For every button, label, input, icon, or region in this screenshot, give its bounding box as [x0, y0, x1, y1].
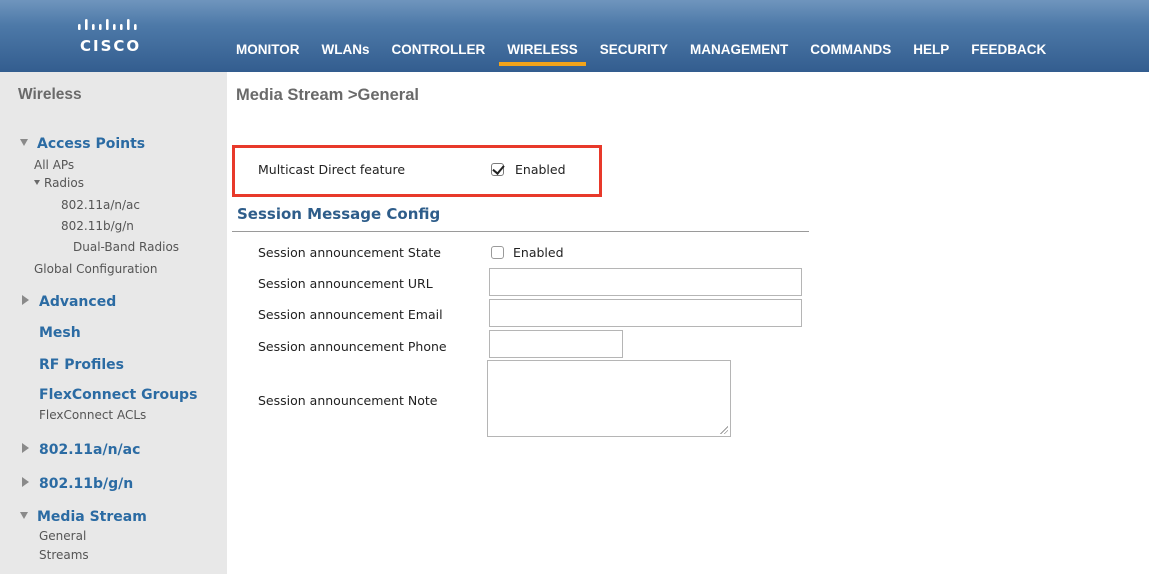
collapsed-triangle-icon: [22, 477, 29, 487]
expanded-triangle-icon: [34, 180, 40, 185]
collapsed-triangle-icon: [22, 443, 29, 453]
multicast-enabled-label: Enabled: [515, 162, 566, 177]
nav-label: MANAGEMENT: [690, 42, 789, 57]
resize-handle-icon[interactable]: [720, 426, 728, 434]
cisco-logo: CISCO: [76, 14, 156, 55]
nav-label: MONITOR: [236, 42, 300, 57]
sidebar-title: Wireless: [18, 86, 82, 103]
section-divider: [232, 231, 809, 232]
session-email-label: Session announcement Email: [258, 307, 443, 322]
session-note-label: Session announcement Note: [258, 393, 438, 408]
nav-wlans[interactable]: WLANs: [322, 42, 370, 66]
sidebar-item-general[interactable]: General: [39, 529, 86, 543]
cisco-wordmark: CISCO: [80, 37, 142, 55]
session-state-enabled-label: Enabled: [513, 245, 564, 260]
nav-management[interactable]: MANAGEMENT: [690, 42, 788, 66]
nav-label: COMMANDS: [810, 42, 892, 57]
main-nav: MONITOR WLANs CONTROLLER WIRELESS SECURI…: [236, 42, 1068, 66]
sidebar-item-radio-b[interactable]: 802.11b/g/n: [61, 219, 134, 233]
session-phone-input[interactable]: [489, 330, 623, 358]
sidebar-item-global-configuration[interactable]: Global Configuration: [34, 262, 157, 276]
sidebar-section-label: 802.11a/n/ac: [39, 442, 141, 458]
nav-feedback[interactable]: FEEDBACK: [971, 42, 1046, 66]
nav-label: FEEDBACK: [971, 42, 1047, 57]
session-url-label: Session announcement URL: [258, 276, 433, 291]
nav-label: SECURITY: [599, 42, 669, 57]
sidebar-section-label: Advanced: [39, 294, 117, 310]
sidebar-item-all-aps[interactable]: All APs: [34, 158, 74, 172]
session-section-title: Session Message Config: [237, 205, 441, 223]
sidebar-item-flexconnect-groups[interactable]: FlexConnect Groups: [39, 387, 197, 403]
sidebar-item-radio-a[interactable]: 802.11a/n/ac: [61, 198, 140, 212]
expanded-triangle-icon: [20, 138, 28, 146]
nav-label: WLANs: [321, 42, 370, 57]
nav-commands[interactable]: COMMANDS: [810, 42, 891, 66]
sidebar-item-streams[interactable]: Streams: [39, 548, 89, 562]
session-state-checkbox[interactable]: [491, 246, 504, 259]
expanded-triangle-icon: [20, 511, 28, 519]
multicast-direct-checkbox[interactable]: [491, 163, 504, 176]
session-url-input[interactable]: [489, 268, 802, 296]
nav-controller[interactable]: CONTROLLER: [392, 42, 486, 66]
nav-monitor[interactable]: MONITOR: [236, 42, 300, 66]
sidebar-link-label: Radios: [44, 176, 84, 190]
session-email-input[interactable]: [489, 299, 802, 327]
sidebar-item-advanced[interactable]: Advanced: [22, 291, 116, 310]
nav-wireless[interactable]: WIRELESS: [499, 42, 586, 66]
sidebar-item-flexconnect-acls[interactable]: FlexConnect ACLs: [39, 408, 146, 422]
sidebar-item-radios[interactable]: Radios: [34, 176, 84, 190]
nav-label: HELP: [913, 42, 950, 57]
session-phone-label: Session announcement Phone: [258, 339, 447, 354]
nav-help[interactable]: HELP: [913, 42, 949, 66]
session-state-label: Session announcement State: [258, 245, 441, 260]
sidebar-item-80211b[interactable]: 802.11b/g/n: [22, 473, 133, 492]
nav-label: CONTROLLER: [391, 42, 486, 57]
top-header: CISCO MONITOR WLANs CONTROLLER WIRELESS …: [0, 0, 1149, 72]
sidebar-section-label: Media Stream: [37, 509, 147, 525]
session-note-textarea[interactable]: [487, 360, 731, 437]
sidebar-item-mesh[interactable]: Mesh: [39, 325, 81, 341]
sidebar-section-label: 802.11b/g/n: [39, 476, 134, 492]
sidebar-item-media-stream[interactable]: Media Stream: [20, 506, 147, 525]
sidebar: Wireless Access Points All APs Radios 80…: [0, 72, 227, 574]
nav-label: WIRELESS: [507, 42, 578, 57]
multicast-direct-label: Multicast Direct feature: [258, 162, 406, 177]
cisco-bars-icon: [78, 19, 137, 30]
page-title: Media Stream >General: [236, 86, 419, 104]
sidebar-item-80211a[interactable]: 802.11a/n/ac: [22, 439, 140, 458]
sidebar-item-rf-profiles[interactable]: RF Profiles: [39, 357, 124, 373]
sidebar-item-dual-band[interactable]: Dual-Band Radios: [73, 240, 179, 254]
nav-security[interactable]: SECURITY: [600, 42, 668, 66]
collapsed-triangle-icon: [22, 295, 29, 305]
sidebar-item-access-points[interactable]: Access Points: [20, 133, 145, 152]
sidebar-section-label: Access Points: [37, 136, 146, 152]
